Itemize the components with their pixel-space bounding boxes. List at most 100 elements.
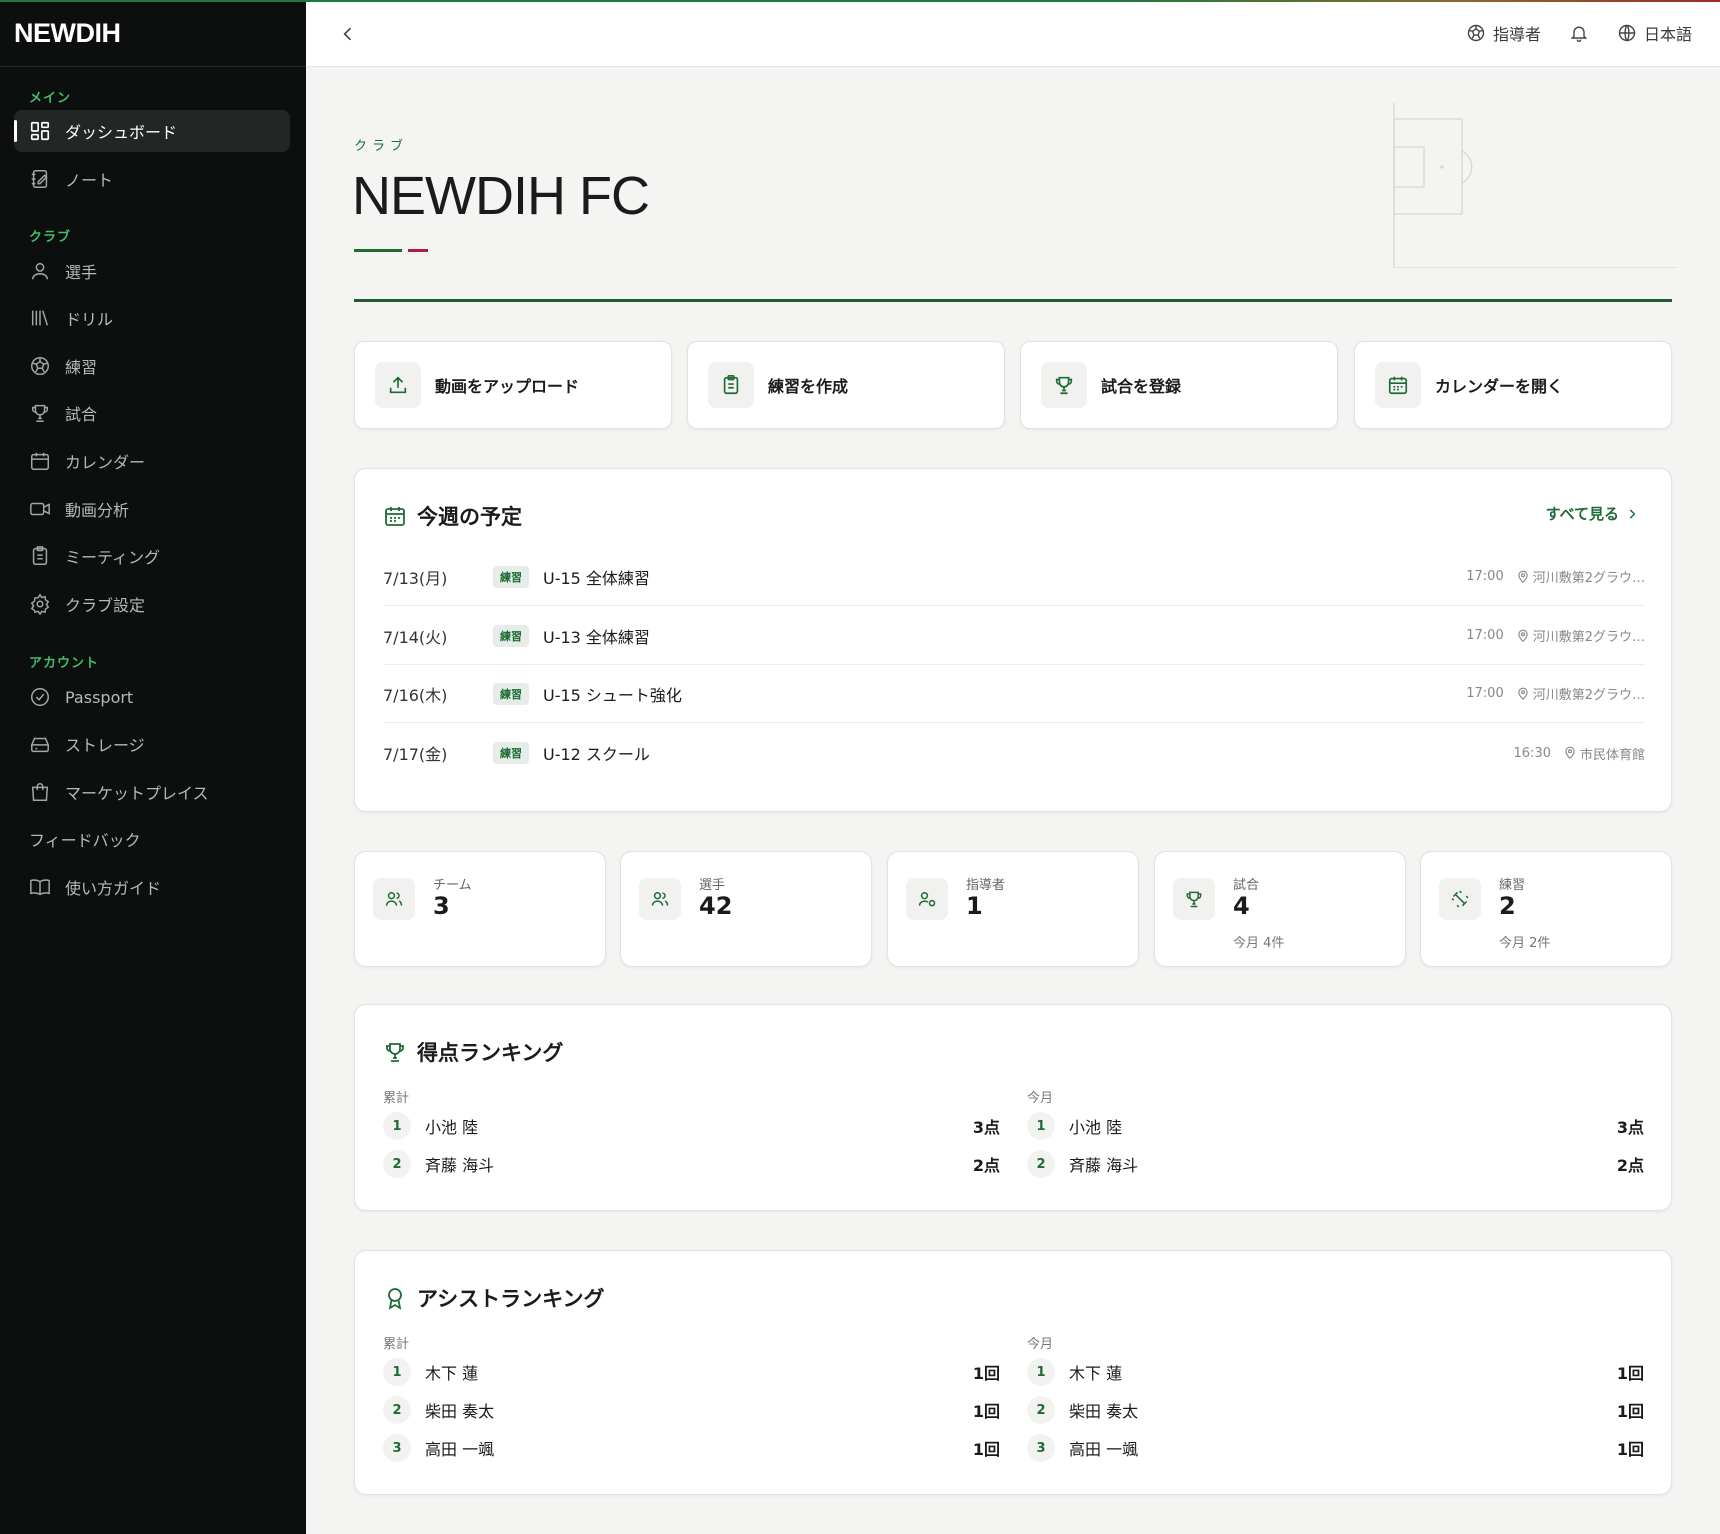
schedule-event-row[interactable]: 7/14(火) 練習 U-13 全体練習 17:00 河川敷第2グラウ… [383,607,1645,665]
schedule-event-row[interactable]: 7/13(月) 練習 U-15 全体練習 17:00 河川敷第2グラウ… [383,548,1645,606]
ranking-row[interactable]: 2 斉藤 海斗 2点 [383,1147,1000,1181]
rank-number: 1 [1027,1112,1055,1140]
sidebar-item-storage[interactable]: ストレージ [14,723,290,765]
role-label: 指導者 [1492,25,1541,44]
stat-card-practices[interactable]: 練習 2 今月 2件 [1420,851,1672,967]
sidebar-item-label: 使い方ガイド [65,879,162,898]
event-date: 7/13(月) [383,568,448,588]
ranking-row[interactable]: 3 高田 一颯 1回 [1027,1431,1644,1465]
goal-ranking-title-text: 得点ランキング [417,1041,564,1065]
player-name: 小池 陸 [425,1118,479,1137]
stat-label: チーム [433,878,472,893]
create-practice-button[interactable]: 練習を作成 [687,341,1005,429]
rank-value: 1回 [1616,1402,1644,1421]
shopping-bag-icon [29,781,51,803]
stat-subtext: 今月 4件 [1233,936,1285,951]
sidebar-section-main: メイン [29,91,72,106]
player-name: 柴田 奏太 [425,1402,495,1421]
stat-label: 選手 [699,878,726,893]
sidebar-item-club-settings[interactable]: クラブ設定 [14,583,290,625]
header-actions: 指導者 日本語 [1466,0,1692,66]
sidebar: NEWDIH メイン ダッシュボード ノート クラブ 選手 ドリル 練習 試合 … [0,0,306,1534]
assist-ranking-title-text: アシストランキング [417,1287,605,1311]
sidebar-item-matches[interactable]: 試合 [14,392,290,434]
sidebar-item-marketplace[interactable]: マーケットプレイス [14,771,290,813]
sidebar-item-meetings[interactable]: ミーティング [14,535,290,577]
trophy-icon [1041,362,1087,408]
top-accent-bar [0,0,1720,2]
ranking-row[interactable]: 1 小池 陸 3点 [1027,1109,1644,1143]
sidebar-item-label: マーケットプレイス [65,784,209,803]
language-switcher[interactable]: 日本語 [1617,21,1692,45]
sidebar-item-feedback[interactable]: フィードバック [14,818,290,860]
schedule-title: 今週の予定 [383,501,522,531]
sidebar-item-label: 試合 [65,405,98,424]
main-content: クラブ NEWDIH FC 動画をアップロード 練習を作成 試合を登録 カレンダ… [306,67,1720,1534]
person-icon [29,260,51,282]
notifications-button[interactable] [1569,23,1589,43]
stat-card-players[interactable]: 選手 42 [620,851,872,967]
ranking-row[interactable]: 1 木下 蓮 1回 [383,1355,1000,1389]
upload-icon [375,362,421,408]
sidebar-item-notes[interactable]: ノート [14,158,290,200]
quick-action-label: カレンダーを開く [1435,377,1564,396]
app-logo[interactable]: NEWDIH [14,18,121,49]
upload-video-button[interactable]: 動画をアップロード [354,341,672,429]
ranking-month-label: 今月 [1027,1091,1054,1106]
calendar-icon [29,450,51,472]
stat-value: 2 [1499,892,1516,920]
event-title: U-15 シュート強化 [543,685,682,705]
chevron-right-icon [1629,508,1636,519]
sidebar-item-dashboard[interactable]: ダッシュボード [14,110,290,152]
library-icon [29,307,51,329]
ranking-row[interactable]: 3 高田 一颯 1回 [383,1431,1000,1465]
globe-icon [1617,23,1637,43]
register-match-button[interactable]: 試合を登録 [1020,341,1338,429]
map-pin-icon [1516,629,1530,643]
rank-number: 3 [1027,1434,1055,1462]
player-name: 木下 蓮 [1069,1364,1123,1383]
open-calendar-button[interactable]: カレンダーを開く [1354,341,1672,429]
top-header: 指導者 日本語 [306,0,1720,67]
clipboard-icon [708,362,754,408]
back-button[interactable] [334,20,362,48]
sidebar-item-calendar[interactable]: カレンダー [14,440,290,482]
calendar-icon [383,504,407,528]
stat-card-coaches[interactable]: 指導者 1 [887,851,1139,967]
schedule-event-row[interactable]: 7/16(木) 練習 U-15 シュート強化 17:00 河川敷第2グラウ… [383,665,1645,723]
stat-card-teams[interactable]: チーム 3 [354,851,606,967]
rank-number: 2 [1027,1150,1055,1178]
rank-number: 2 [383,1396,411,1424]
ranking-row[interactable]: 2 斉藤 海斗 2点 [1027,1147,1644,1181]
sidebar-item-practice[interactable]: 練習 [14,345,290,387]
stat-card-matches[interactable]: 試合 4 今月 4件 [1154,851,1406,967]
ranking-row[interactable]: 2 柴田 奏太 1回 [383,1393,1000,1427]
book-icon [29,876,51,898]
soccer-ball-icon [1466,23,1486,43]
video-icon [29,498,51,520]
ranking-row[interactable]: 1 小池 陸 3点 [383,1109,1000,1143]
sidebar-item-passport[interactable]: Passport [14,676,290,718]
page-title: NEWDIH FC [352,166,650,226]
sidebar-item-video-analysis[interactable]: 動画分析 [14,488,290,530]
role-switcher[interactable]: 指導者 [1466,21,1541,45]
schedule-event-row[interactable]: 7/17(金) 練習 U-12 スクール 16:30 市民体育館 [383,724,1645,782]
assist-ranking-title: アシストランキング [383,1283,605,1313]
ranking-row[interactable]: 2 柴田 奏太 1回 [1027,1393,1644,1427]
sidebar-item-label: 選手 [65,263,98,282]
rank-value: 3点 [972,1118,1000,1137]
player-name: 柴田 奏太 [1069,1402,1139,1421]
stat-value: 1 [966,892,983,920]
event-title: U-15 全体練習 [543,568,650,588]
note-icon [29,168,51,190]
chevron-left-icon [343,27,352,41]
sidebar-item-players[interactable]: 選手 [14,250,290,292]
sidebar-item-drills[interactable]: ドリル [14,297,290,339]
rank-value: 3点 [1616,1118,1644,1137]
see-all-link[interactable]: すべて見る [1546,503,1639,524]
sidebar-item-guide[interactable]: 使い方ガイド [14,866,290,908]
ranking-row[interactable]: 1 木下 蓮 1回 [1027,1355,1644,1389]
bell-icon [1569,23,1589,43]
dashboard-icon [29,120,51,142]
soccer-ball-icon [29,355,51,377]
